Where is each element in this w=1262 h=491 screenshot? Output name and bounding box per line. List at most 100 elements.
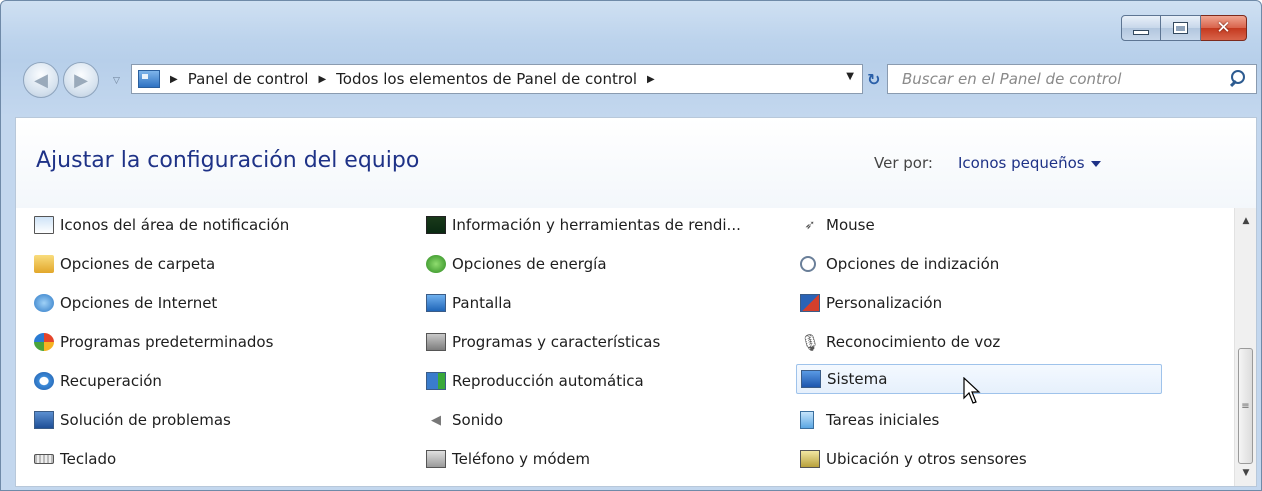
breadcrumb-item-all-items[interactable]: Todos los elementos de Panel de control bbox=[336, 70, 637, 88]
personalization-icon bbox=[800, 294, 820, 312]
control-panel-window: ✕ ◀ ▶ ▽ ▶ Panel de control ▶ Todos los e… bbox=[0, 0, 1262, 491]
search-icon[interactable] bbox=[1226, 67, 1250, 91]
item-label: Iconos del área de notificación bbox=[60, 216, 290, 234]
search-box bbox=[887, 64, 1257, 94]
item-label: Teclado bbox=[60, 450, 117, 468]
item-indexing-options[interactable]: Opciones de indización bbox=[800, 249, 999, 279]
item-sound[interactable]: ◀ Sonido bbox=[426, 405, 503, 435]
phone-modem-icon bbox=[426, 450, 446, 468]
maximize-button[interactable] bbox=[1161, 15, 1201, 41]
item-internet-options[interactable]: Opciones de Internet bbox=[34, 288, 217, 318]
notification-area-icon bbox=[34, 216, 54, 234]
breadcrumb-chevron-icon[interactable]: ▶ bbox=[318, 74, 326, 85]
breadcrumb-chevron-icon[interactable]: ▶ bbox=[170, 74, 178, 85]
item-getting-started[interactable]: Tareas iniciales bbox=[800, 405, 939, 435]
vertical-scrollbar[interactable]: ▲ ≡ ▼ bbox=[1234, 208, 1256, 486]
item-label: Mouse bbox=[826, 216, 875, 234]
item-label: Reconocimiento de voz bbox=[826, 333, 1001, 351]
item-label: Recuperación bbox=[60, 372, 162, 390]
item-label: Sonido bbox=[452, 411, 504, 429]
address-bar[interactable]: ▶ Panel de control ▶ Todos los elementos… bbox=[131, 64, 863, 94]
refresh-icon[interactable]: ↻ bbox=[867, 70, 880, 89]
item-notification-area-icons[interactable]: Iconos del área de notificación bbox=[34, 210, 289, 240]
scroll-down-arrow-icon[interactable]: ▼ bbox=[1235, 462, 1257, 484]
forward-button[interactable]: ▶ bbox=[63, 62, 99, 98]
internet-options-icon bbox=[34, 294, 54, 312]
scrollbar-thumb[interactable]: ≡ bbox=[1238, 348, 1253, 464]
item-label: Programas predeterminados bbox=[60, 333, 274, 351]
folder-options-icon bbox=[34, 255, 54, 273]
display-icon bbox=[426, 294, 446, 312]
location-sensors-icon bbox=[800, 450, 820, 468]
recovery-icon bbox=[34, 372, 54, 390]
item-mouse[interactable]: ➶ Mouse bbox=[800, 210, 875, 240]
minimize-button[interactable] bbox=[1121, 15, 1161, 41]
performance-info-icon bbox=[426, 216, 446, 234]
back-button[interactable]: ◀ bbox=[23, 62, 59, 98]
mouse-icon: ➶ bbox=[804, 217, 816, 233]
getting-started-icon bbox=[800, 411, 814, 429]
close-button[interactable]: ✕ bbox=[1201, 15, 1247, 41]
item-label: Teléfono y módem bbox=[452, 450, 590, 468]
item-performance-info[interactable]: Información y herramientas de rendi... bbox=[426, 210, 741, 240]
item-label: Opciones de carpeta bbox=[60, 255, 216, 273]
item-label: Sistema bbox=[827, 370, 888, 388]
control-panel-items-grid: Iconos del área de notificación Opciones… bbox=[16, 210, 1228, 486]
indexing-options-icon bbox=[800, 256, 816, 272]
close-icon: ✕ bbox=[1216, 17, 1231, 38]
item-label: Ubicación y otros sensores bbox=[826, 450, 1027, 468]
programs-features-icon bbox=[426, 333, 446, 351]
breadcrumb-chevron-icon[interactable]: ▶ bbox=[647, 74, 655, 85]
power-options-icon bbox=[426, 255, 446, 273]
item-display[interactable]: Pantalla bbox=[426, 288, 512, 318]
mouse-cursor-icon bbox=[963, 377, 981, 404]
recent-pages-dropdown-icon[interactable]: ▽ bbox=[113, 76, 120, 86]
default-programs-icon bbox=[34, 333, 54, 351]
item-power-options[interactable]: Opciones de energía bbox=[426, 249, 607, 279]
item-location-sensors[interactable]: Ubicación y otros sensores bbox=[800, 444, 1027, 474]
keyboard-icon bbox=[34, 454, 54, 464]
item-label: Opciones de Internet bbox=[60, 294, 218, 312]
dropdown-arrow-icon bbox=[1090, 160, 1101, 167]
item-label: Opciones de indización bbox=[826, 255, 1000, 273]
view-by-value: Iconos pequeños bbox=[958, 154, 1085, 172]
item-default-programs[interactable]: Programas predeterminados bbox=[34, 327, 273, 357]
sound-icon: ◀ bbox=[431, 412, 441, 428]
item-label: Tareas iniciales bbox=[826, 411, 940, 429]
item-autoplay[interactable]: Reproducción automática bbox=[426, 366, 644, 396]
item-folder-options[interactable]: Opciones de carpeta bbox=[34, 249, 215, 279]
window-caption-buttons: ✕ bbox=[1121, 15, 1247, 41]
troubleshooting-icon bbox=[34, 411, 54, 429]
item-label: Información y herramientas de rendi... bbox=[452, 216, 741, 234]
item-recovery[interactable]: Recuperación bbox=[34, 366, 162, 396]
maximize-icon bbox=[1173, 22, 1188, 34]
breadcrumb-item-control-panel[interactable]: Panel de control bbox=[188, 70, 309, 88]
item-personalization[interactable]: Personalización bbox=[800, 288, 942, 318]
control-panel-icon bbox=[138, 70, 160, 88]
item-label: Reproducción automática bbox=[452, 372, 644, 390]
item-phone-modem[interactable]: Teléfono y módem bbox=[426, 444, 590, 474]
item-label: Personalización bbox=[826, 294, 943, 312]
view-by-label: Ver por: bbox=[874, 154, 933, 172]
search-input[interactable] bbox=[888, 69, 1226, 89]
view-by-dropdown[interactable]: Iconos pequeños bbox=[958, 154, 1101, 172]
navigation-bar: ◀ ▶ ▽ ▶ Panel de control ▶ Todos los ele… bbox=[1, 62, 1262, 98]
autoplay-icon bbox=[426, 372, 446, 390]
page-title: Ajustar la configuración del equipo bbox=[36, 148, 420, 173]
item-keyboard[interactable]: Teclado bbox=[34, 444, 116, 474]
item-label: Programas y características bbox=[452, 333, 661, 351]
content-header: Ajustar la configuración del equipo Ver … bbox=[16, 118, 1256, 208]
item-speech-recognition[interactable]: 🎙 Reconocimiento de voz bbox=[800, 327, 1000, 357]
back-arrow-icon: ◀ bbox=[34, 69, 48, 91]
content-pane: Ajustar la configuración del equipo Ver … bbox=[15, 117, 1257, 487]
item-troubleshooting[interactable]: Solución de problemas bbox=[34, 405, 231, 435]
item-programs-features[interactable]: Programas y características bbox=[426, 327, 660, 357]
scroll-up-arrow-icon[interactable]: ▲ bbox=[1235, 210, 1257, 232]
item-label: Opciones de energía bbox=[452, 255, 607, 273]
address-dropdown-icon[interactable]: ▼ bbox=[846, 71, 854, 82]
system-icon bbox=[801, 370, 821, 388]
item-label: Solución de problemas bbox=[60, 411, 231, 429]
minimize-icon bbox=[1133, 29, 1149, 35]
forward-arrow-icon: ▶ bbox=[74, 69, 88, 91]
speech-recognition-icon: 🎙 bbox=[799, 332, 821, 352]
